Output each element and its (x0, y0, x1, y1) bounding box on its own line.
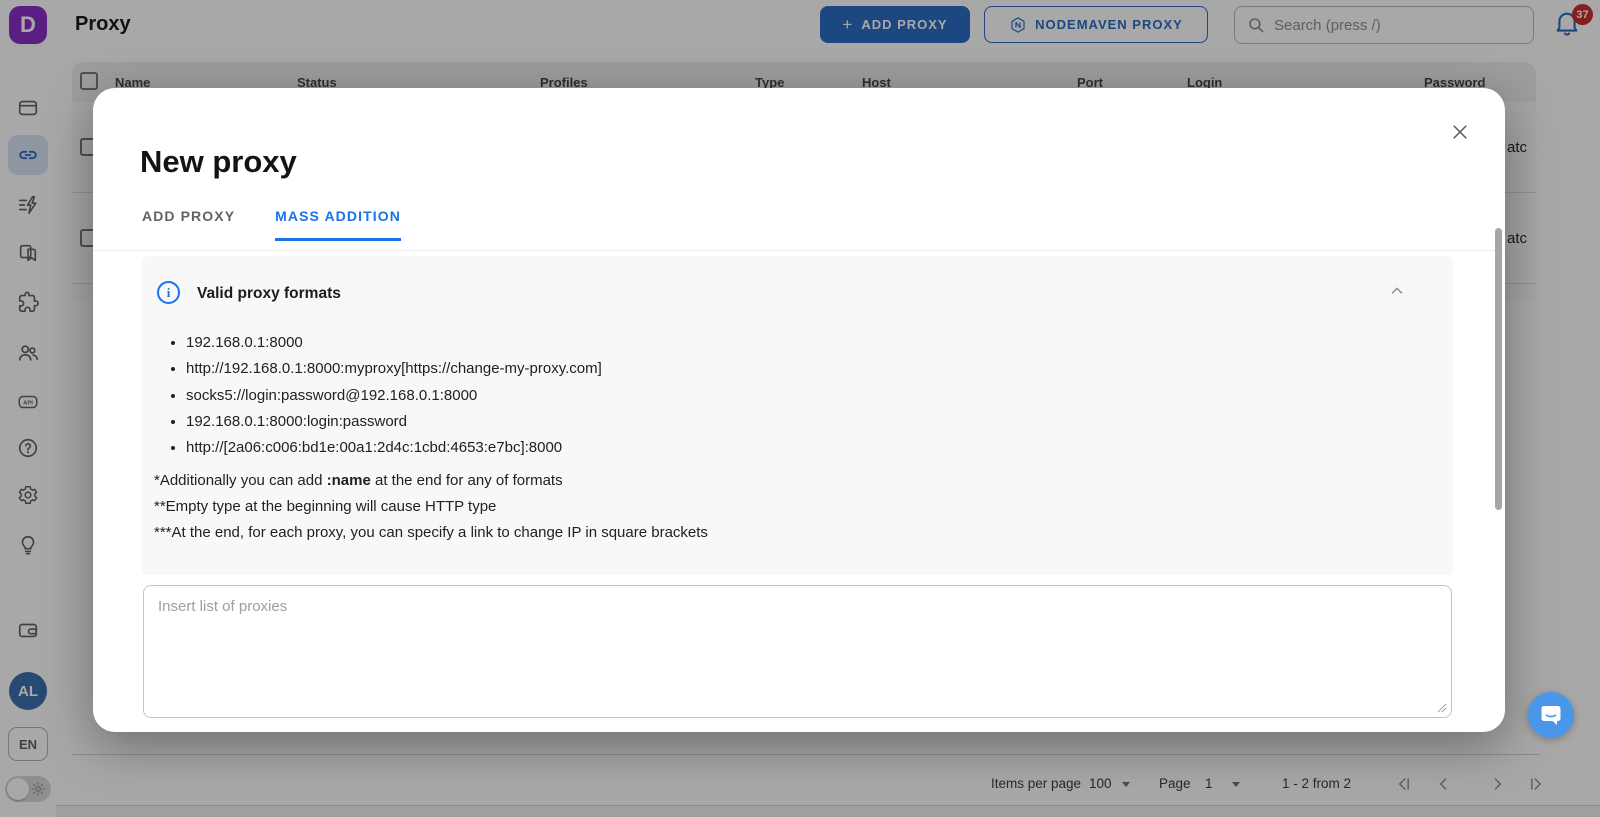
note-text: *Additionally you can add (154, 472, 327, 489)
collapse-panel-button[interactable] (1386, 280, 1408, 302)
format-item: 192.168.0.1:8000 (186, 330, 602, 356)
proxy-list-field (143, 585, 1452, 718)
format-list: 192.168.0.1:8000 http://192.168.0.1:8000… (186, 330, 602, 461)
format-notes: *Additionally you can add :name at the e… (154, 468, 708, 546)
close-modal-button[interactable] (1446, 118, 1474, 146)
chevron-up-icon (1388, 282, 1406, 300)
modal-title: New proxy (140, 144, 297, 180)
app-window: D API AL (0, 0, 1600, 817)
chat-bubble-icon (1538, 702, 1564, 728)
note-text: at the end for any of formats (371, 472, 563, 489)
modal-scrollbar-thumb[interactable] (1495, 228, 1502, 510)
tabs-divider (93, 250, 1505, 251)
format-note: ***At the end, for each proxy, you can s… (154, 520, 708, 546)
tab-add-proxy[interactable]: ADD PROXY (142, 208, 235, 241)
format-note: *Additionally you can add :name at the e… (154, 468, 708, 494)
close-icon (1450, 122, 1470, 142)
valid-formats-title: Valid proxy formats (197, 285, 341, 303)
note-bold-text: :name (327, 472, 371, 489)
format-item: http://[2a06:c006:bd1e:00a1:2d4c:1cbd:46… (186, 435, 602, 461)
info-icon: i (157, 281, 180, 304)
proxy-list-textarea[interactable] (143, 585, 1452, 718)
tab-mass-addition[interactable]: MASS ADDITION (275, 208, 401, 241)
valid-formats-panel: i Valid proxy formats 192.168.0.1:8000 h… (142, 256, 1453, 575)
format-item: 192.168.0.1:8000:login:password (186, 409, 602, 435)
modal-tabs: ADD PROXY MASS ADDITION (142, 208, 401, 241)
new-proxy-modal: New proxy ADD PROXY MASS ADDITION i Vali… (93, 88, 1505, 732)
support-chat-button[interactable] (1528, 692, 1574, 738)
format-item: socks5://login:password@192.168.0.1:8000 (186, 383, 602, 409)
format-note: **Empty type at the beginning will cause… (154, 494, 708, 520)
format-item: http://192.168.0.1:8000:myproxy[https://… (186, 356, 602, 382)
